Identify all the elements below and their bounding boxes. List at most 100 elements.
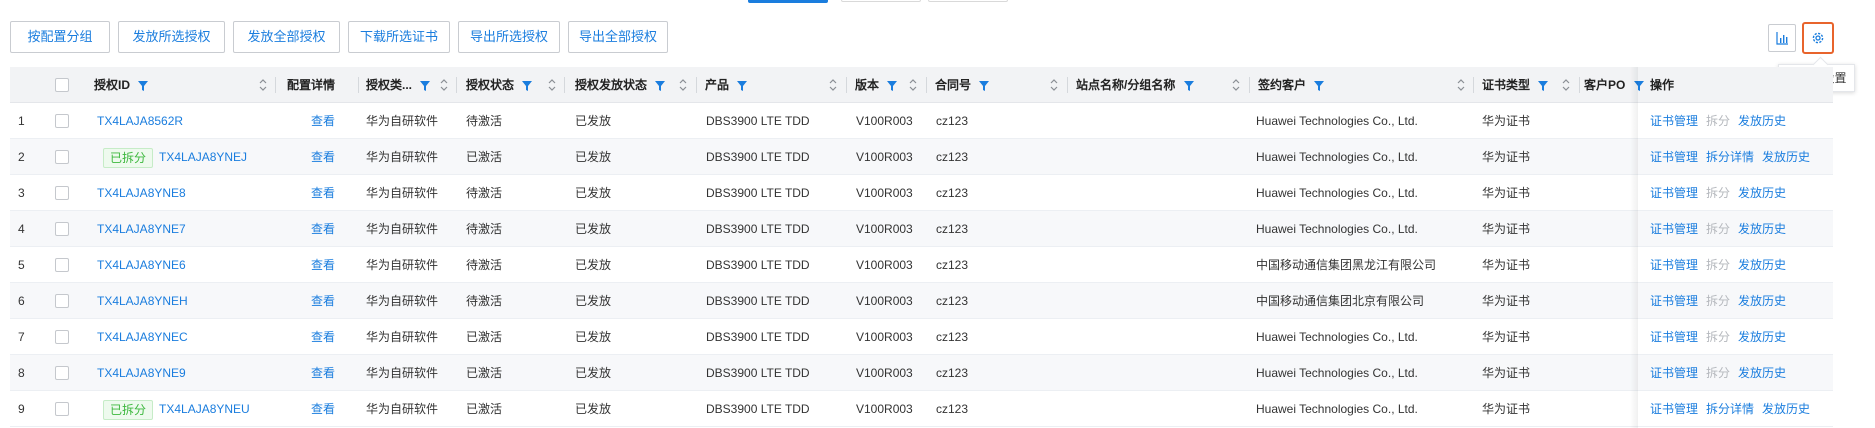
issue-history-link[interactable]: 发放历史 [1738,330,1786,344]
issue-history-link[interactable]: 发放历史 [1738,222,1786,236]
view-config-link[interactable]: 查看 [311,139,335,175]
sort-arrows-icon[interactable] [908,78,918,92]
issue-history-link[interactable]: 发放历史 [1738,114,1786,128]
top-tab-active[interactable] [748,0,828,3]
cert-manage-link[interactable]: 证书管理 [1650,402,1698,416]
license-id-link[interactable]: TX4LAJA8YNEC [97,330,188,344]
issue-history-link[interactable]: 发放历史 [1738,366,1786,380]
filter-funnel-icon[interactable] [522,80,533,91]
row-checkbox[interactable] [55,366,69,380]
row-checkbox[interactable] [55,258,69,272]
issue-history-link[interactable]: 发放历史 [1738,294,1786,308]
sort-arrows-icon[interactable] [828,78,838,92]
issue-history-link[interactable]: 发放历史 [1762,402,1810,416]
export-all-button[interactable]: 导出全部授权 [568,21,668,53]
sort-arrows-icon[interactable] [1561,78,1571,92]
contract-cell: cz123 [936,402,969,416]
view-config-link[interactable]: 查看 [311,355,335,391]
view-config-link[interactable]: 查看 [311,319,335,355]
header-license-id[interactable]: 授权ID [94,67,149,103]
header-license-type[interactable]: 授权类... [366,67,431,103]
license-type-cell: 华为自研软件 [366,330,439,344]
cert-manage-link[interactable]: 证书管理 [1650,294,1698,308]
license-id-link[interactable]: TX4LAJA8562R [97,114,183,128]
row-checkbox[interactable] [55,150,69,164]
license-id-link[interactable]: TX4LAJA8YNEJ [159,150,247,164]
cert-manage-link[interactable]: 证书管理 [1650,222,1698,236]
filter-funnel-icon[interactable] [737,80,748,91]
issue-all-button[interactable]: 发放全部授权 [233,21,340,53]
sort-arrows-icon[interactable] [258,78,268,92]
issue-history-link[interactable]: 发放历史 [1762,150,1810,164]
license-id-link[interactable]: TX4LAJA8YNE9 [97,366,186,380]
sort-arrows-icon[interactable] [678,78,688,92]
filter-funnel-icon[interactable] [1314,80,1325,91]
download-selected-cert-button[interactable]: 下载所选证书 [348,21,450,53]
sort-arrows-icon[interactable] [1049,78,1059,92]
header-product[interactable]: 产品 [705,67,748,103]
header-contract[interactable]: 合同号 [935,67,990,103]
view-config-link[interactable]: 查看 [311,175,335,211]
filter-funnel-icon[interactable] [420,80,431,91]
license-id-link[interactable]: TX4LAJA8YNE7 [97,222,186,236]
header-version[interactable]: 版本 [855,67,898,103]
license-id-cell: TX4LAJA8YNE7 [97,211,186,247]
ops-cell: 证书管理 拆分 发放历史 [1650,355,1794,391]
header-cert-type[interactable]: 证书类型 [1482,67,1549,103]
gear-icon [1812,32,1824,44]
settings-button[interactable] [1802,22,1834,54]
view-config-link[interactable]: 查看 [311,247,335,283]
license-id-link[interactable]: TX4LAJA8YNE8 [97,186,186,200]
row-checkbox[interactable] [55,114,69,128]
filter-funnel-icon[interactable] [1538,80,1549,91]
split-link[interactable]: 拆分详情 [1706,150,1754,164]
row-checkbox[interactable] [55,222,69,236]
select-all-checkbox[interactable] [55,78,69,92]
cert-manage-link[interactable]: 证书管理 [1650,114,1698,128]
sort-arrows-icon[interactable] [1231,78,1241,92]
header-customer[interactable]: 签约客户 [1258,67,1325,103]
license-status-cell: 已激活 [466,330,503,344]
split-link[interactable]: 拆分详情 [1706,402,1754,416]
contract-cell: cz123 [936,150,969,164]
filter-funnel-icon[interactable] [138,80,149,91]
filter-funnel-icon[interactable] [1183,80,1194,91]
cert-manage-link[interactable]: 证书管理 [1650,186,1698,200]
row-checkbox[interactable] [55,186,69,200]
top-tab-3[interactable] [928,0,1008,2]
filter-funnel-icon[interactable] [655,80,666,91]
filter-funnel-icon[interactable] [887,80,898,91]
view-config-link[interactable]: 查看 [311,211,335,247]
sort-arrows-icon[interactable] [547,78,557,92]
issue-history-link[interactable]: 发放历史 [1738,258,1786,272]
filter-funnel-icon[interactable] [979,80,990,91]
cert-manage-link[interactable]: 证书管理 [1650,150,1698,164]
split-link: 拆分 [1706,330,1731,344]
license-id-link[interactable]: TX4LAJA8YNEU [159,402,250,416]
issue-selected-button[interactable]: 发放所选授权 [118,21,225,53]
contract-cell: cz123 [936,258,969,272]
header-issue-status[interactable]: 授权发放状态 [575,67,666,103]
export-selected-button[interactable]: 导出所选授权 [458,21,560,53]
header-license-status[interactable]: 授权状态 [466,67,533,103]
sort-arrows-icon[interactable] [439,78,449,92]
license-status-cell: 待激活 [466,294,503,308]
group-by-config-button[interactable]: 按配置分组 [10,21,110,53]
view-config-link[interactable]: 查看 [311,103,335,139]
row-checkbox[interactable] [55,330,69,344]
view-config-link[interactable]: 查看 [311,283,335,319]
view-config-link[interactable]: 查看 [311,391,335,427]
top-tab-2[interactable] [841,0,921,2]
row-checkbox[interactable] [55,402,69,416]
cert-manage-link[interactable]: 证书管理 [1650,366,1698,380]
issue-history-link[interactable]: 发放历史 [1738,186,1786,200]
header-site[interactable]: 站点名称/分组名称 [1076,67,1194,103]
cert-manage-link[interactable]: 证书管理 [1650,258,1698,272]
license-id-link[interactable]: TX4LAJA8YNEH [97,294,188,308]
cert-manage-link[interactable]: 证书管理 [1650,330,1698,344]
contract-cell: cz123 [936,186,969,200]
chart-button[interactable] [1768,24,1796,52]
license-id-link[interactable]: TX4LAJA8YNE6 [97,258,186,272]
sort-arrows-icon[interactable] [1456,78,1466,92]
row-checkbox[interactable] [55,294,69,308]
